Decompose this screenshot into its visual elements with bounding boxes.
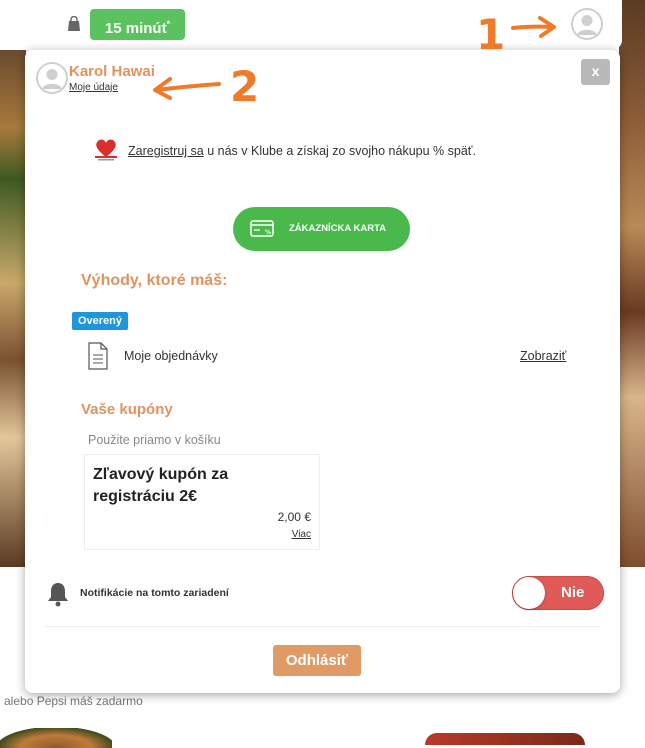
customer-card-button[interactable]: % ZÁKAZNÍCKA KARTA [233,207,410,251]
my-data-link[interactable]: Moje údaje [69,82,118,93]
logout-button[interactable]: Odhlásiť [273,645,361,676]
annotation-number-1: 1 [476,10,506,59]
club-register-link[interactable]: Zaregistruj sa [128,144,204,158]
my-orders-label: Moje objednávky [124,349,218,363]
annotation-arrow-1-icon [511,16,556,38]
coupon-more-link[interactable]: Viac [292,529,311,540]
delivery-time-asterisk: * [166,19,171,29]
user-account-popup: Karol Hawai Moje údaje x Zaregistruj sa … [25,50,620,693]
user-avatar-icon [571,8,603,40]
customer-card-label: ZÁKAZNÍCKA KARTA [289,223,387,234]
svg-text:%: % [265,229,271,236]
background-food-image-bottom-left [0,728,112,748]
background-food-image-bottom-right [425,733,585,745]
user-avatar [36,62,68,94]
coupons-hint: Použite priamo v košíku [88,433,221,447]
user-avatar-icon [36,62,68,94]
notifications-toggle[interactable]: Nie [512,576,604,610]
credit-card-icon: % [250,220,274,237]
coupon-title: Zľavový kupón za registráciu 2€ [93,466,229,505]
club-invitation-rest: u nás v Klube a získaj zo svojho nákupu … [203,144,476,158]
toggle-state-label: Nie [561,584,585,601]
delivery-time-badge: 15 minút* [90,9,185,40]
bell-icon [48,583,68,607]
background-food-image-right [619,0,645,567]
annotation-number-2: 2 [230,62,260,111]
annotation-arrow-2-icon [153,77,221,100]
restaurant-club-logo-icon [95,139,117,161]
divider [45,626,601,627]
toggle-knob [513,577,545,609]
shopping-bag-icon[interactable] [67,16,81,32]
coupon-card: Zľavový kupón za registráciu 2€ 2,00 € V… [84,454,320,550]
benefits-title: Výhody, ktoré máš: [81,272,228,289]
document-icon [88,342,108,370]
background-food-image-left [0,50,26,567]
coupons-title: Vaše kupóny [81,401,173,418]
delivery-time-text: 15 minút [104,20,167,37]
show-orders-link[interactable]: Zobraziť [520,349,566,363]
club-invitation-text: Zaregistruj sa u nás v Klube a získaj zo… [128,144,476,158]
coupon-price: 2,00 € [277,510,311,524]
user-name: Karol Hawai [69,63,155,80]
notifications-label: Notifikácie na tomto zariadení [80,587,229,599]
close-button[interactable]: x [581,59,610,85]
verified-status-badge: Overený [72,312,128,330]
background-promo-text: alebo Pepsi máš zadarmo [4,694,143,708]
user-avatar-button[interactable] [571,8,603,40]
